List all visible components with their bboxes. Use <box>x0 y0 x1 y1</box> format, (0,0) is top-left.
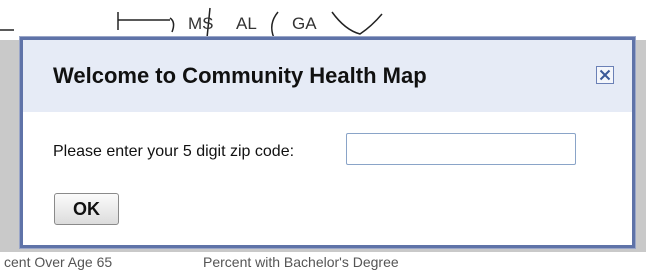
close-button[interactable] <box>596 66 614 84</box>
welcome-dialog: Welcome to Community Health Map Please e… <box>20 37 635 248</box>
ok-button[interactable]: OK <box>54 193 119 225</box>
close-icon <box>599 69 611 81</box>
zip-code-label: Please enter your 5 digit zip code: <box>53 143 295 160</box>
legend-label-bachelors: Percent with Bachelor's Degree <box>203 254 399 270</box>
map-area: MS AL GA <box>0 0 646 40</box>
state-label-ms: MS <box>188 14 214 33</box>
dialog-title: Welcome to Community Health Map <box>53 63 427 88</box>
dialog-header: Welcome to Community Health Map <box>23 40 632 112</box>
zip-code-input[interactable] <box>346 133 576 165</box>
state-borders <box>0 7 383 39</box>
legend-label-age65: cent Over Age 65 <box>4 254 113 270</box>
state-label-ga: GA <box>292 14 317 33</box>
state-label-al: AL <box>236 14 257 33</box>
